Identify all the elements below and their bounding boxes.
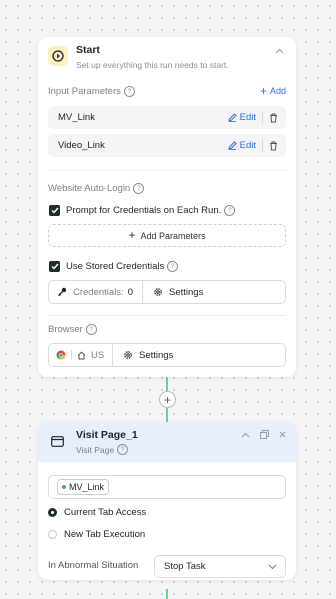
input-parameters-label: Input Parameters	[48, 86, 121, 98]
divider	[48, 170, 286, 171]
credentials-label: Credentials:	[73, 286, 124, 298]
credentials-count: 0	[127, 286, 133, 298]
stored-credentials-checkbox[interactable]: Use Stored Credentials?	[49, 261, 179, 272]
visit-page-subtitle: Visit Page	[76, 444, 115, 455]
credentials-settings-button[interactable]: Settings	[143, 281, 203, 303]
url-input[interactable]: MV_Link	[48, 475, 286, 499]
credentials-box: Credentials: 0 Settings	[48, 280, 286, 304]
gear-icon	[123, 350, 133, 360]
divider	[48, 315, 286, 316]
connector-line	[166, 407, 168, 422]
chrome-icon	[56, 350, 66, 360]
close-icon[interactable]	[279, 430, 286, 441]
parameter-chip[interactable]: MV_Link	[57, 479, 110, 495]
radio-selected-icon[interactable]	[48, 508, 57, 517]
start-subtitle: Set up everything this run needs to star…	[76, 60, 229, 70]
checkbox-checked-icon[interactable]	[49, 205, 60, 216]
visit-page-node-card[interactable]: Visit Page_1 Visit Page? MV_Link Current…	[38, 422, 296, 580]
help-icon[interactable]: ?	[167, 261, 179, 272]
edit-button[interactable]: Edit	[227, 140, 256, 151]
home-icon	[77, 351, 86, 360]
pencil-icon	[227, 113, 237, 122]
parameter-row: MV_Link Edit	[48, 106, 286, 129]
prompt-credentials-checkbox[interactable]: Prompt for Credentials on Each Run.?	[49, 205, 236, 216]
collapse-chevron-icon[interactable]	[241, 430, 250, 441]
help-icon[interactable]: ?	[224, 205, 236, 216]
radio-unselected-icon[interactable]	[48, 530, 57, 539]
play-icon	[48, 46, 68, 66]
trash-icon[interactable]	[269, 113, 278, 123]
help-icon[interactable]: ?	[133, 183, 145, 194]
add-parameters-button[interactable]: + Add Parameters	[48, 224, 286, 247]
visit-page-header[interactable]: Visit Page_1 Visit Page?	[38, 422, 296, 462]
browser-label: Browser	[48, 324, 83, 336]
browser-box: US Settings	[48, 343, 286, 367]
key-icon	[57, 287, 67, 297]
parameter-name: Video_Link	[58, 140, 105, 151]
connector-line	[166, 589, 168, 599]
new-tab-radio[interactable]: New Tab Execution	[48, 529, 145, 540]
parameter-row: Video_Link Edit	[48, 134, 286, 157]
collapse-chevron-icon[interactable]	[275, 47, 284, 56]
visit-page-title: Visit Page_1	[76, 429, 138, 441]
trash-icon[interactable]	[269, 141, 278, 151]
edit-button[interactable]: Edit	[227, 112, 256, 123]
help-icon[interactable]: ?	[123, 86, 135, 97]
connector-line	[166, 377, 168, 391]
help-icon[interactable]: ?	[85, 324, 97, 335]
parameter-name: MV_Link	[58, 112, 95, 123]
add-parameter-link[interactable]: + Add	[260, 85, 286, 97]
copy-icon[interactable]	[260, 430, 269, 441]
abnormal-situation-select[interactable]: Stop Task	[154, 555, 286, 578]
browser-settings-button[interactable]: Settings	[113, 344, 173, 366]
add-step-button[interactable]: +	[159, 391, 176, 408]
checkbox-checked-icon[interactable]	[49, 261, 60, 272]
help-icon[interactable]: ?	[117, 444, 129, 455]
browser-window-icon	[48, 432, 66, 450]
browser-region: US	[91, 349, 105, 361]
auto-login-label: Website Auto-Login	[48, 183, 131, 195]
start-node-card[interactable]: Start Set up everything this run needs t…	[38, 37, 296, 377]
abnormal-situation-label: In Abnormal Situation	[48, 560, 139, 571]
current-tab-radio[interactable]: Current Tab Access	[48, 507, 146, 518]
gear-icon	[153, 287, 163, 297]
start-title: Start	[76, 44, 100, 56]
chevron-down-icon	[268, 564, 277, 570]
pencil-icon	[227, 141, 237, 150]
